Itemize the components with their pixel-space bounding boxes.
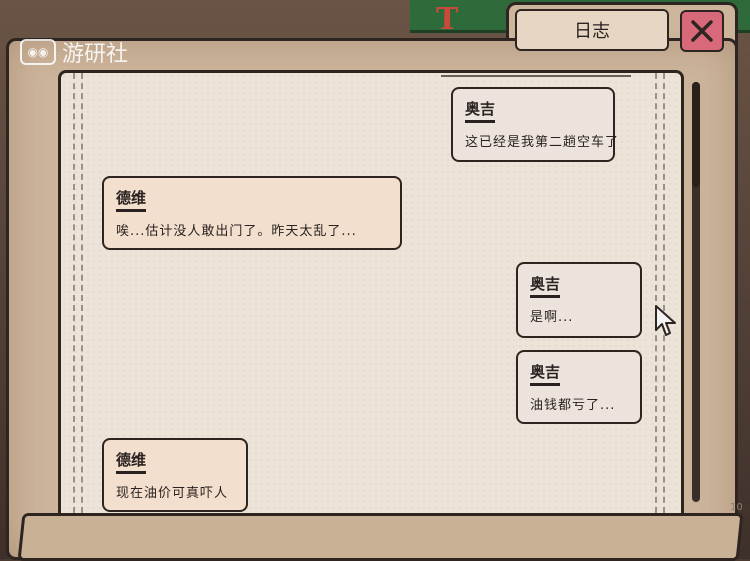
chat-message: 德维 现在油价可真吓人 (102, 438, 248, 512)
right-stitching (655, 73, 665, 533)
close-x-icon (691, 20, 713, 42)
message-text: 油钱都亏了... (530, 398, 616, 413)
watermark-text: 游研社 (62, 42, 129, 67)
speaker-name: 奥吉 (530, 274, 561, 298)
chat-message: 奥吉 这已经是我第二趟空车了 (451, 87, 620, 162)
gamepad-logo-icon: ◉◉ (20, 39, 56, 65)
window-title: 日志 (515, 9, 669, 51)
chat-message: 德维 唉...估计没人敢出门了。昨天太乱了... (102, 176, 402, 250)
watermark: ◉◉ 游研社 (20, 36, 128, 68)
mouse-pointer-icon (655, 305, 676, 336)
scrollbar-thumb[interactable] (692, 82, 700, 187)
message-text: 是啊... (530, 310, 574, 325)
message-text: 现在油价可真吓人 (116, 486, 229, 501)
message-text: 这已经是我第二趟空车了 (465, 135, 620, 150)
log-paper[interactable]: 奥吉 这已经是我第二趟空车了 德维 唉...估计没人敢出门了。昨天太乱了... … (58, 70, 684, 536)
left-stitching (73, 73, 83, 533)
paper-divider (441, 75, 631, 77)
folder-bottom-lip (17, 513, 744, 561)
close-button[interactable] (680, 10, 724, 52)
page-marker: 10 (730, 502, 743, 513)
speaker-name: 德维 (116, 450, 147, 474)
message-text: 唉...估计没人敢出门了。昨天太乱了... (116, 224, 357, 239)
speaker-name: 德维 (116, 188, 147, 212)
chat-message: 奥吉 是啊... (516, 262, 642, 338)
speaker-name: 奥吉 (465, 99, 496, 123)
speaker-name: 奥吉 (530, 362, 561, 386)
chat-message: 奥吉 油钱都亏了... (516, 350, 642, 424)
